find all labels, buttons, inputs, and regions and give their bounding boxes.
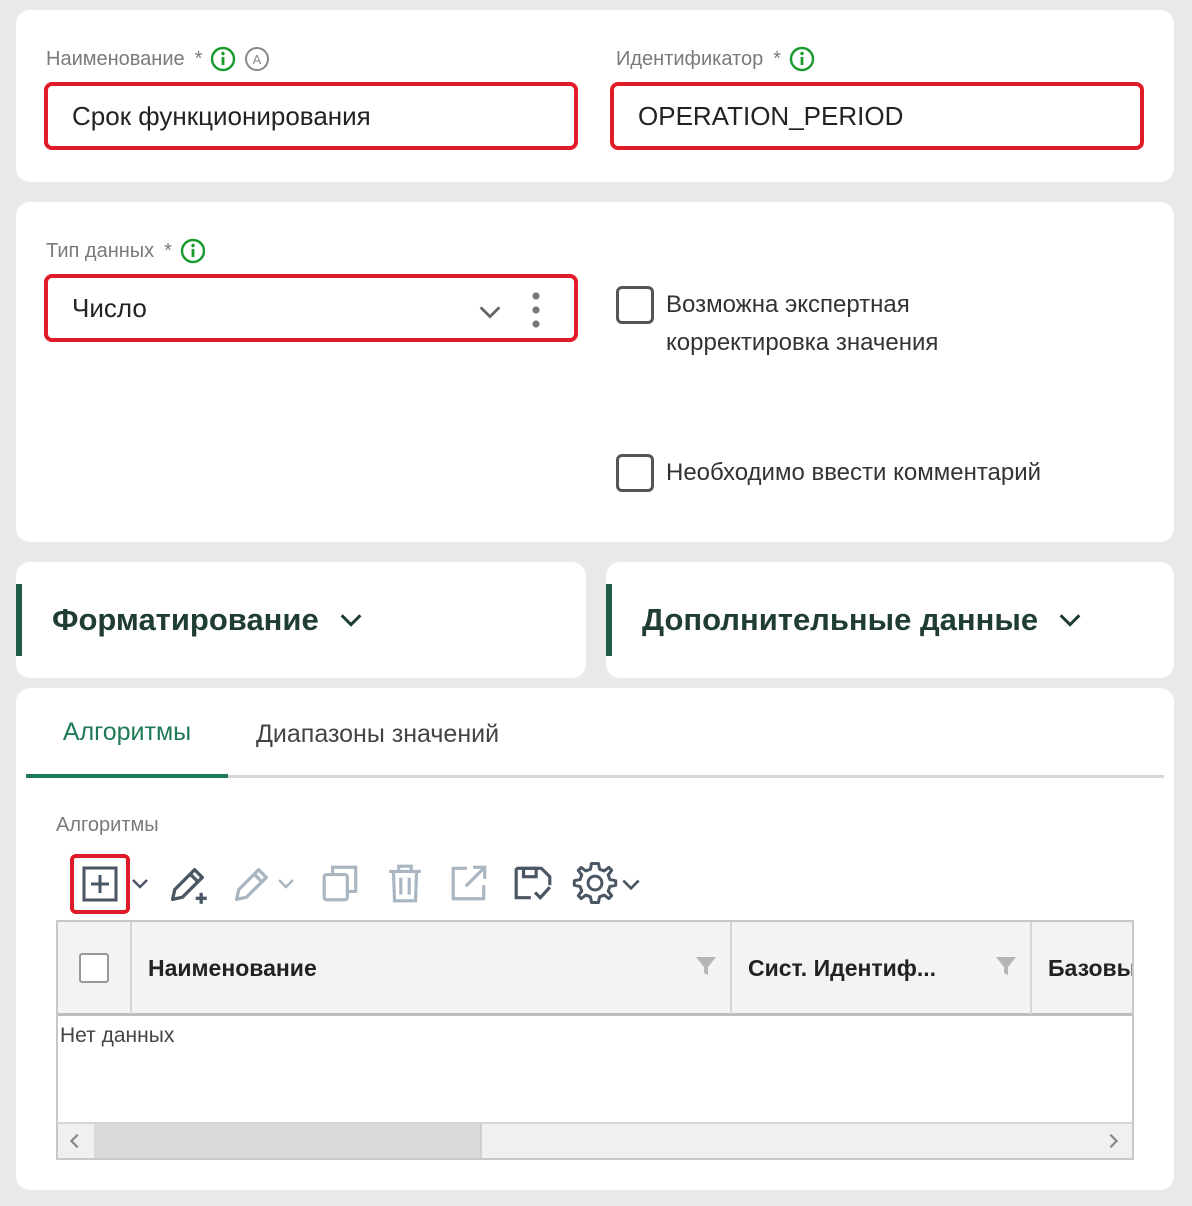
chevron-down-icon[interactable] [620, 874, 642, 896]
add-icon [82, 866, 118, 902]
delete-icon[interactable] [384, 862, 426, 904]
expert-correction-option[interactable]: Возможна экспертная корректировка значен… [616, 286, 1006, 362]
filter-icon[interactable] [994, 954, 1018, 978]
chevron-down-icon[interactable] [1056, 606, 1084, 634]
additional-data-header[interactable]: Дополнительные данные [642, 562, 1084, 678]
section-accent-bar [16, 584, 22, 656]
scroll-left-icon[interactable] [66, 1132, 84, 1150]
type-label-row: Тип данных * [46, 238, 206, 264]
type-label: Тип данных [46, 239, 155, 262]
data-type-select[interactable]: Число [44, 274, 578, 342]
column-system-id-label: Сист. Идентиф... [748, 954, 937, 981]
expert-correction-label: Возможна экспертная корректировка значен… [666, 291, 939, 356]
copy-icon[interactable] [320, 862, 362, 904]
comment-required-option[interactable]: Необходимо ввести комментарий [616, 454, 1136, 492]
tab-value-ranges-label: Диапазоны значений [256, 719, 500, 748]
more-vertical-icon[interactable] [530, 290, 542, 330]
table-header: Наименование Сист. Идентиф... Базовы [58, 922, 1132, 1016]
translate-icon[interactable]: A [244, 46, 270, 72]
id-label: Идентификатор [616, 47, 764, 70]
algorithms-table: Наименование Сист. Идентиф... Базовы Нет… [56, 920, 1134, 1160]
horizontal-scrollbar[interactable] [58, 1122, 1132, 1158]
settings-icon[interactable] [572, 860, 618, 906]
empty-table-message: Нет данных [60, 1024, 175, 1047]
svg-text:A: A [253, 52, 262, 67]
name-label: Наименование [46, 47, 185, 70]
chevron-down-icon[interactable] [130, 874, 150, 894]
comment-required-checkbox[interactable] [616, 454, 654, 492]
expert-correction-checkbox[interactable] [616, 286, 654, 324]
id-input[interactable]: OPERATION_PERIOD [610, 82, 1144, 150]
select-all-column [58, 922, 132, 1014]
section-accent-bar [606, 584, 612, 656]
algorithms-section-label: Алгоритмы [56, 814, 159, 836]
additional-data-section[interactable]: Дополнительные данные [606, 562, 1174, 678]
select-all-checkbox[interactable] [79, 953, 109, 983]
scrollbar-thumb[interactable] [94, 1124, 482, 1158]
data-type-card: Тип данных * Число Возможна экспертная к… [16, 202, 1174, 542]
id-input-value: OPERATION_PERIOD [638, 100, 904, 131]
column-header-name[interactable]: Наименование [132, 922, 732, 1014]
tab-algorithms[interactable]: Алгоритмы [26, 690, 228, 778]
formatting-title: Форматирование [52, 602, 319, 637]
formatting-header[interactable]: Форматирование [52, 562, 365, 678]
name-input-value: Срок функционирования [72, 100, 371, 131]
chevron-down-icon[interactable] [337, 606, 365, 634]
name-label-row: Наименование * A [46, 46, 270, 72]
name-input[interactable]: Срок функционирования [44, 82, 578, 150]
id-label-row: Идентификатор * [616, 46, 815, 72]
edit-icon[interactable] [230, 862, 274, 906]
additional-data-title: Дополнительные данные [642, 602, 1039, 637]
tab-bar: Алгоритмы Диапазоны значений [26, 690, 1164, 778]
column-header-system-id[interactable]: Сист. Идентиф... [732, 922, 1032, 1014]
column-header-base[interactable]: Базовы [1032, 922, 1134, 1014]
export-icon[interactable] [448, 862, 490, 904]
info-icon[interactable] [789, 46, 815, 72]
save-icon[interactable] [512, 862, 554, 904]
name-card: Наименование * A Срок функционирования И… [16, 10, 1174, 182]
name-required-mark: * [194, 47, 203, 70]
chevron-down-icon[interactable] [476, 298, 504, 326]
info-icon[interactable] [180, 238, 206, 264]
tab-algorithms-label: Алгоритмы [62, 717, 192, 746]
algorithms-toolbar [56, 850, 676, 916]
scroll-right-icon[interactable] [1104, 1132, 1122, 1150]
info-icon[interactable] [210, 46, 236, 72]
tab-value-ranges[interactable]: Диапазоны значений [256, 690, 499, 778]
data-type-value: Число [72, 292, 147, 323]
chevron-down-icon[interactable] [276, 874, 296, 894]
filter-icon[interactable] [694, 954, 718, 978]
type-required-mark: * [164, 239, 172, 262]
comment-required-label: Необходимо ввести комментарий [666, 459, 1042, 486]
formatting-section[interactable]: Форматирование [16, 562, 586, 678]
id-required-mark: * [773, 47, 782, 70]
column-base-label: Базовы [1048, 954, 1134, 981]
edit-add-icon[interactable] [166, 862, 210, 906]
column-name-label: Наименование [148, 954, 317, 981]
add-button[interactable] [70, 854, 130, 914]
